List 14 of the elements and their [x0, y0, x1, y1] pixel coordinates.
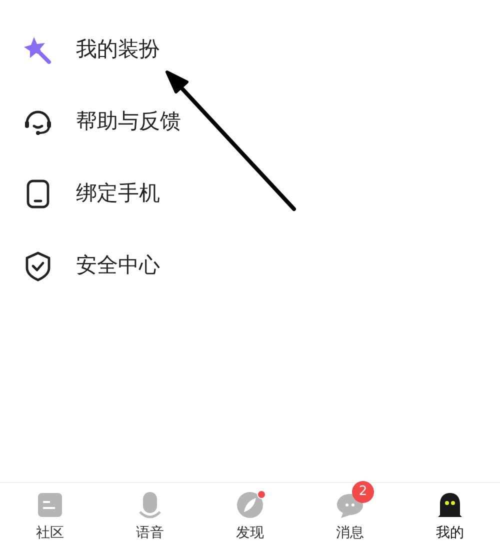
unread-badge: 2: [352, 481, 374, 503]
document-icon: [36, 491, 64, 519]
menu-item-label[interactable]: 安全中心: [76, 250, 160, 282]
menu-item-label[interactable]: 绑定手机: [76, 178, 160, 210]
tab-button[interactable]: 发现: [200, 483, 300, 546]
microphone-icon: [136, 491, 164, 519]
tab-button[interactable]: 语音: [100, 483, 200, 546]
tab-button[interactable]: 社区: [0, 483, 100, 546]
avatar-icon: [436, 491, 464, 519]
tab-button[interactable]: 我的: [400, 483, 500, 546]
tab-button[interactable]: 2 消息: [300, 483, 400, 546]
menu-item-label[interactable]: 我的装扮: [76, 34, 160, 66]
compass-icon: [236, 491, 264, 519]
menu-item-label[interactable]: 帮助与反馈: [76, 106, 181, 138]
